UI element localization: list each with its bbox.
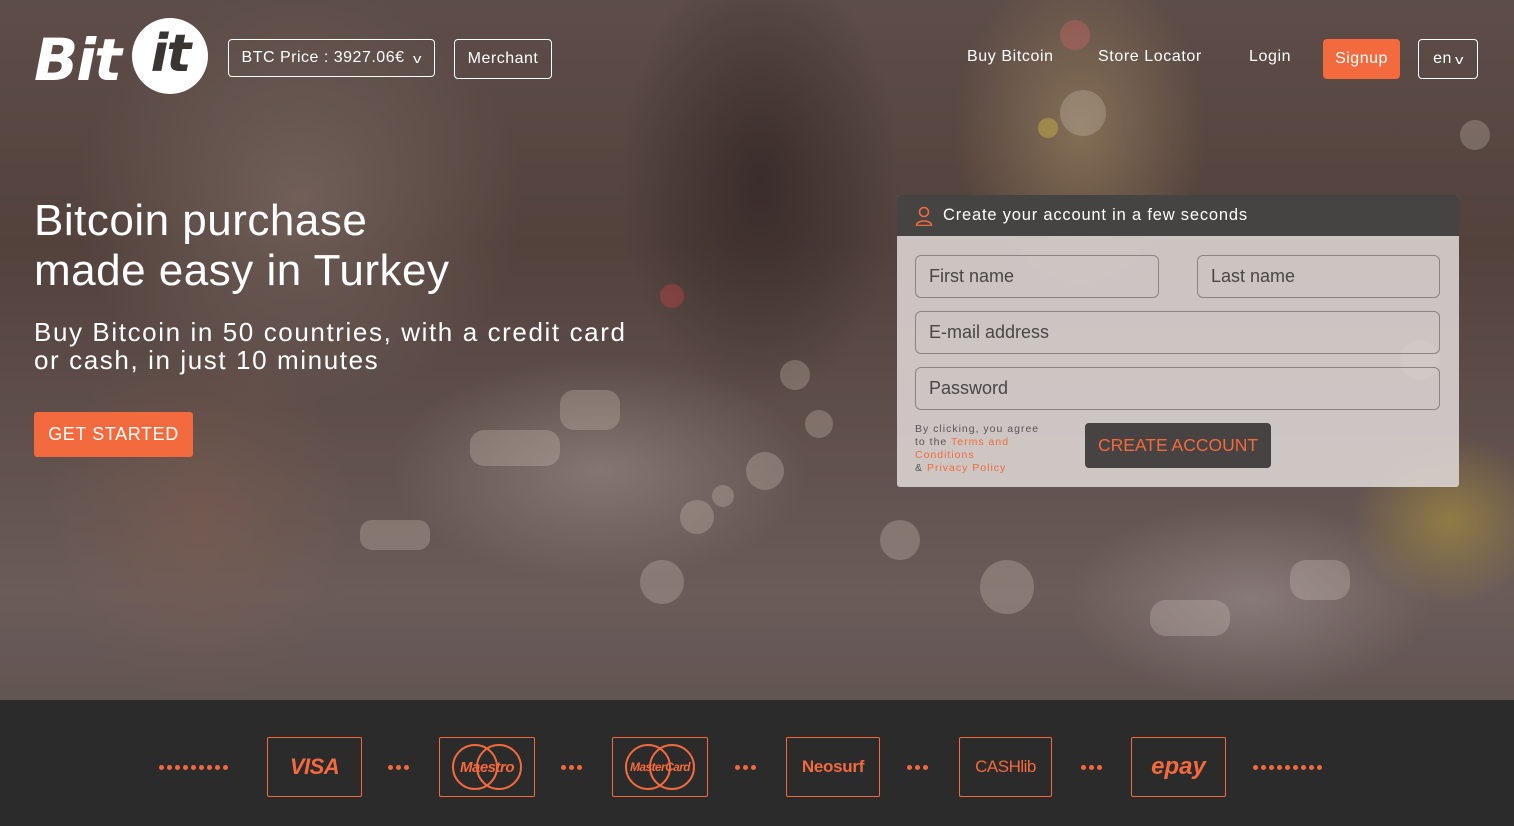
first-name-input[interactable]	[915, 255, 1159, 298]
neosurf-logo: Neosurf	[786, 737, 880, 797]
logo-text-it: it	[150, 24, 192, 84]
hero-subline: Buy Bitcoin in 50 countries, with a cred…	[34, 318, 734, 374]
language-label: en	[1433, 50, 1452, 67]
nav-login[interactable]: Login	[1249, 48, 1291, 66]
terms-amp: &	[915, 462, 924, 474]
visa-text: VISA	[289, 754, 340, 779]
mastercard-text: MasterCard	[629, 760, 691, 774]
create-account-button[interactable]: CREATE ACCOUNT	[1085, 423, 1271, 468]
user-icon	[915, 206, 933, 226]
visa-logo: VISA	[267, 737, 362, 797]
dots-separator	[561, 760, 582, 774]
hero-headline: Bitcoin purchase made easy in Turkey	[34, 196, 554, 296]
epay-logo: epay	[1131, 737, 1226, 797]
email-input[interactable]	[915, 311, 1440, 354]
dots-separator	[1253, 760, 1322, 774]
chevron-down-icon: v	[413, 50, 423, 66]
password-input[interactable]	[915, 367, 1440, 410]
dots-separator	[159, 760, 228, 774]
logo-text-bit: Bit	[34, 26, 122, 94]
neosurf-text: Neosurf	[801, 757, 865, 776]
logo-circle: it	[132, 18, 208, 94]
subline-line-2: or cash, in just 10 minutes	[34, 345, 380, 375]
cashlib-text: CASHlib	[975, 757, 1036, 776]
subline-line-1: Buy Bitcoin in 50 countries, with a cred…	[34, 317, 627, 347]
merchant-label: Merchant	[467, 50, 539, 67]
dots-separator	[388, 760, 409, 774]
signup-label: Signup	[1335, 50, 1388, 67]
btc-price-label: BTC Price : 3927.06€	[241, 49, 405, 66]
merchant-button[interactable]: Merchant	[454, 39, 552, 79]
maestro-logo: Maestro	[439, 737, 535, 797]
signup-button[interactable]: Signup	[1323, 39, 1400, 79]
nav-buy-bitcoin[interactable]: Buy Bitcoin	[967, 48, 1054, 66]
privacy-link[interactable]: Privacy Policy	[927, 462, 1006, 474]
headline-line-2: made easy in Turkey	[34, 246, 450, 295]
chevron-down-icon: v	[1454, 51, 1464, 67]
cashlib-logo: CASHlib	[959, 737, 1052, 797]
mastercard-logo: MasterCard	[612, 737, 708, 797]
signup-card-title: Create your account in a few seconds	[943, 206, 1248, 224]
btc-price-dropdown[interactable]: BTC Price : 3927.06€ v	[228, 39, 435, 77]
create-account-label: CREATE ACCOUNT	[1097, 435, 1259, 455]
nav-store-locator[interactable]: Store Locator	[1098, 48, 1202, 66]
last-name-input[interactable]	[1197, 255, 1440, 298]
get-started-button[interactable]: GET STARTED	[34, 412, 193, 457]
language-dropdown[interactable]: en v	[1418, 39, 1478, 79]
signup-card-header: Create your account in a few seconds	[897, 195, 1459, 236]
terms-notice: By clicking, you agree to the Terms and …	[915, 423, 1045, 475]
dots-separator	[735, 760, 756, 774]
headline-line-1: Bitcoin purchase	[34, 196, 368, 245]
signup-card: Create your account in a few seconds By …	[897, 195, 1459, 487]
dots-separator	[1081, 760, 1102, 774]
epay-text: epay	[1151, 753, 1206, 780]
get-started-label: GET STARTED	[48, 424, 179, 444]
bitit-logo[interactable]: Bit it	[34, 18, 210, 94]
maestro-text: Maestro	[459, 758, 515, 776]
dots-separator	[907, 760, 928, 774]
